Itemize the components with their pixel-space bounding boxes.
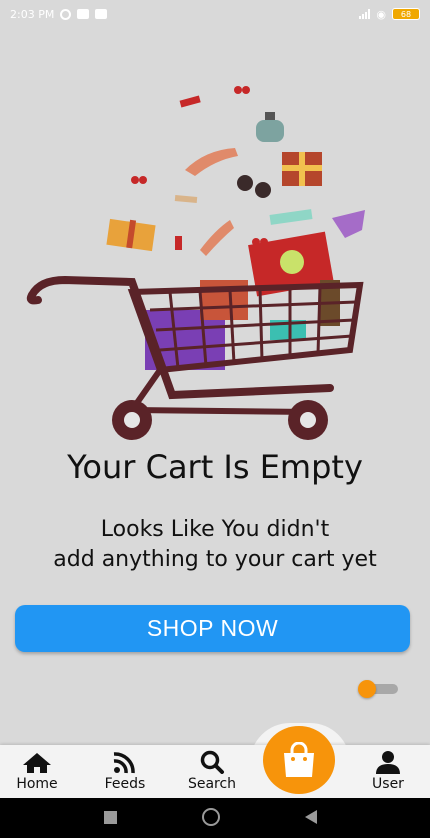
- empty-cart-title: Your Cart Is Empty: [67, 448, 363, 486]
- search-icon: [200, 750, 224, 774]
- back-button[interactable]: [304, 809, 318, 825]
- status-right: ◉ 68: [359, 8, 420, 21]
- nav-label-feeds: Feeds: [104, 776, 146, 792]
- nav-item-search[interactable]: Search: [177, 745, 247, 798]
- empty-cart-illustration: [26, 86, 365, 440]
- user-icon: [376, 751, 400, 774]
- signal-icon: [359, 9, 371, 19]
- status-bar: 2:03 PM ◉ 68: [0, 0, 430, 28]
- message-icon: [77, 9, 90, 19]
- home-button[interactable]: [202, 808, 220, 826]
- system-nav-bar: [0, 798, 430, 838]
- wifi-icon: ◉: [376, 7, 386, 21]
- theme-toggle[interactable]: [358, 680, 400, 698]
- shopping-bag-icon: [284, 742, 314, 777]
- status-time: 2:03 PM: [10, 7, 55, 21]
- home-icon: [23, 753, 51, 773]
- video-icon: [95, 9, 108, 19]
- nav-item-user[interactable]: User: [353, 745, 423, 798]
- nav-item-feeds[interactable]: Feeds: [90, 745, 160, 798]
- battery-level: 68: [400, 9, 412, 19]
- whatsapp-icon: [60, 8, 72, 20]
- bottom-nav: Home Feeds Search User: [0, 745, 430, 798]
- toggle-knob: [358, 680, 376, 698]
- nav-label-search: Search: [187, 776, 237, 792]
- battery-icon: 68: [392, 8, 420, 20]
- recent-apps-button[interactable]: [104, 811, 117, 824]
- nav-label-home: Home: [16, 776, 58, 792]
- empty-cart-subtitle: Looks Like You didn't add anything to yo…: [0, 515, 430, 575]
- subtitle-line-1: Looks Like You didn't: [100, 517, 330, 542]
- nav-label-user: User: [372, 776, 404, 792]
- status-left: 2:03 PM: [10, 7, 108, 21]
- rss-icon: [113, 752, 135, 774]
- subtitle-line-2: add anything to your cart yet: [53, 547, 377, 572]
- shop-now-button[interactable]: SHOP NOW: [15, 605, 410, 652]
- cart-fab-button[interactable]: [263, 726, 335, 794]
- nav-item-home[interactable]: Home: [2, 745, 72, 798]
